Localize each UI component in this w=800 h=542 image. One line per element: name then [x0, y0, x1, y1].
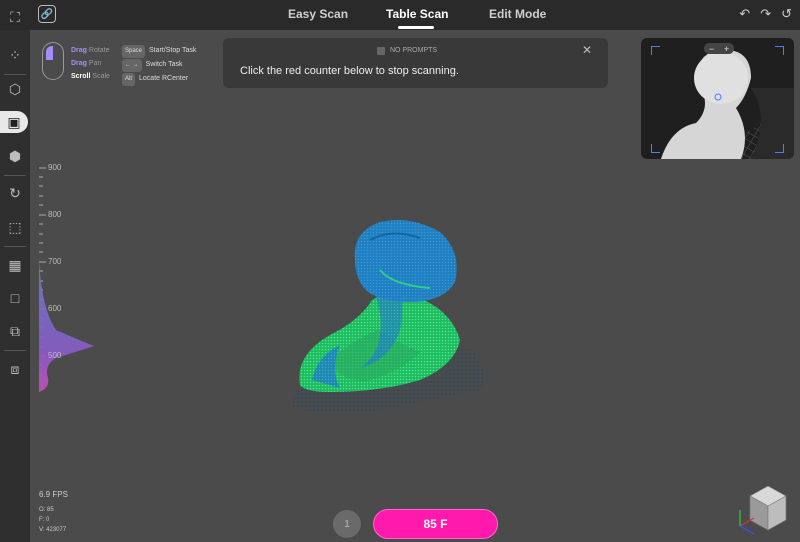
top-bar: 🔗 Easy Scan Table Scan Edit Mode ↶ ↷ ↺ — [0, 0, 800, 30]
tab-edit-mode[interactable]: Edit Mode — [489, 7, 546, 21]
fullscreen-icon[interactable]: ⛶ — [4, 6, 26, 28]
hint-action: Drag — [71, 60, 87, 67]
no-prompts-checkbox[interactable] — [377, 47, 385, 55]
select-cursor-icon[interactable]: ⬚ — [4, 216, 26, 238]
depth-histogram — [39, 167, 94, 392]
view-cube-icon[interactable] — [732, 482, 788, 536]
key-badge: Alt — [122, 73, 136, 86]
task-counter[interactable]: 1 — [333, 510, 361, 538]
no-prompts-label: NO PROMPTS — [390, 47, 438, 54]
key-hints: Space Start/Stop Task ← → Switch Task Alt L… — [122, 44, 196, 86]
hint-action: Drag — [71, 47, 87, 54]
mode-tabs: Easy Scan Table Scan Edit Mode — [0, 0, 800, 30]
zoom-in-icon[interactable]: + — [724, 44, 729, 54]
preview-zoom: − + — [704, 43, 734, 54]
mouse-icon — [42, 42, 64, 80]
zoom-out-icon[interactable]: − — [709, 44, 714, 54]
hint-action: Scroll — [71, 73, 91, 80]
undo-icon[interactable]: ↶ — [739, 6, 750, 22]
cube-icon[interactable]: ⬡ — [4, 78, 26, 100]
rotate-select-icon[interactable]: ↻ — [4, 182, 26, 204]
prompt-message: Click the red counter below to stop scan… — [240, 65, 459, 77]
point-cloud-icon[interactable]: ⁘ — [4, 44, 26, 66]
close-icon[interactable]: ✕ — [582, 43, 592, 57]
layers-icon[interactable]: ⧈ — [4, 358, 26, 380]
key-desc: Switch Task — [145, 61, 183, 68]
key-badge: Space — [122, 45, 146, 58]
stat-o: O: 85 — [39, 507, 54, 513]
fps-readout: 6.9 FPS — [39, 490, 68, 499]
hint-desc: Scale — [92, 73, 110, 80]
tab-easy-scan[interactable]: Easy Scan — [288, 7, 348, 21]
ruler-label: 900 — [48, 163, 62, 172]
ruler-label: 700 — [48, 257, 62, 266]
mesh-cube-icon[interactable]: ⬢ — [4, 145, 26, 167]
hint-desc: Rotate — [88, 47, 110, 54]
history-actions: ↶ ↷ ↺ — [739, 6, 792, 22]
camera-preview[interactable]: − + — [641, 38, 794, 159]
ruler-label: 600 — [48, 304, 62, 313]
crop-icon[interactable]: ⧉ — [4, 320, 26, 342]
stat-f: F: 0 — [39, 517, 50, 523]
depth-ruler: 900 800 700 600 500 — [36, 160, 96, 395]
left-toolbar: ⛶ ⁘ ⬡ ▣ ⬢ ↻ ⬚ ▦ □ ⧉ ⧈ — [0, 9, 30, 542]
reset-icon[interactable]: ↺ — [781, 6, 792, 22]
key-badge: ← → — [122, 59, 142, 72]
redo-icon[interactable]: ↷ — [760, 6, 771, 22]
active-tab-indicator — [398, 26, 434, 29]
ruler-label: 800 — [48, 210, 62, 219]
ruler-label: 500 — [48, 351, 62, 360]
mouse-hints: Drag Rotate Drag Pan Scroll Scale — [71, 44, 110, 83]
hint-desc: Pan — [88, 60, 102, 67]
scan-counter-button[interactable]: 85 F — [373, 509, 498, 539]
key-desc: Locate RCenter — [139, 75, 189, 82]
stat-v: V: 423077 — [39, 527, 67, 533]
checker-icon[interactable]: ▦ — [4, 254, 26, 276]
square-icon[interactable]: □ — [4, 287, 26, 309]
solid-cube-icon[interactable]: ▣ — [0, 111, 28, 133]
preview-image — [661, 49, 794, 159]
key-desc: Start/Stop Task — [149, 47, 197, 54]
prompt-panel: NO PROMPTS Click the red counter below t… — [223, 38, 608, 88]
tab-table-scan[interactable]: Table Scan — [386, 7, 448, 21]
